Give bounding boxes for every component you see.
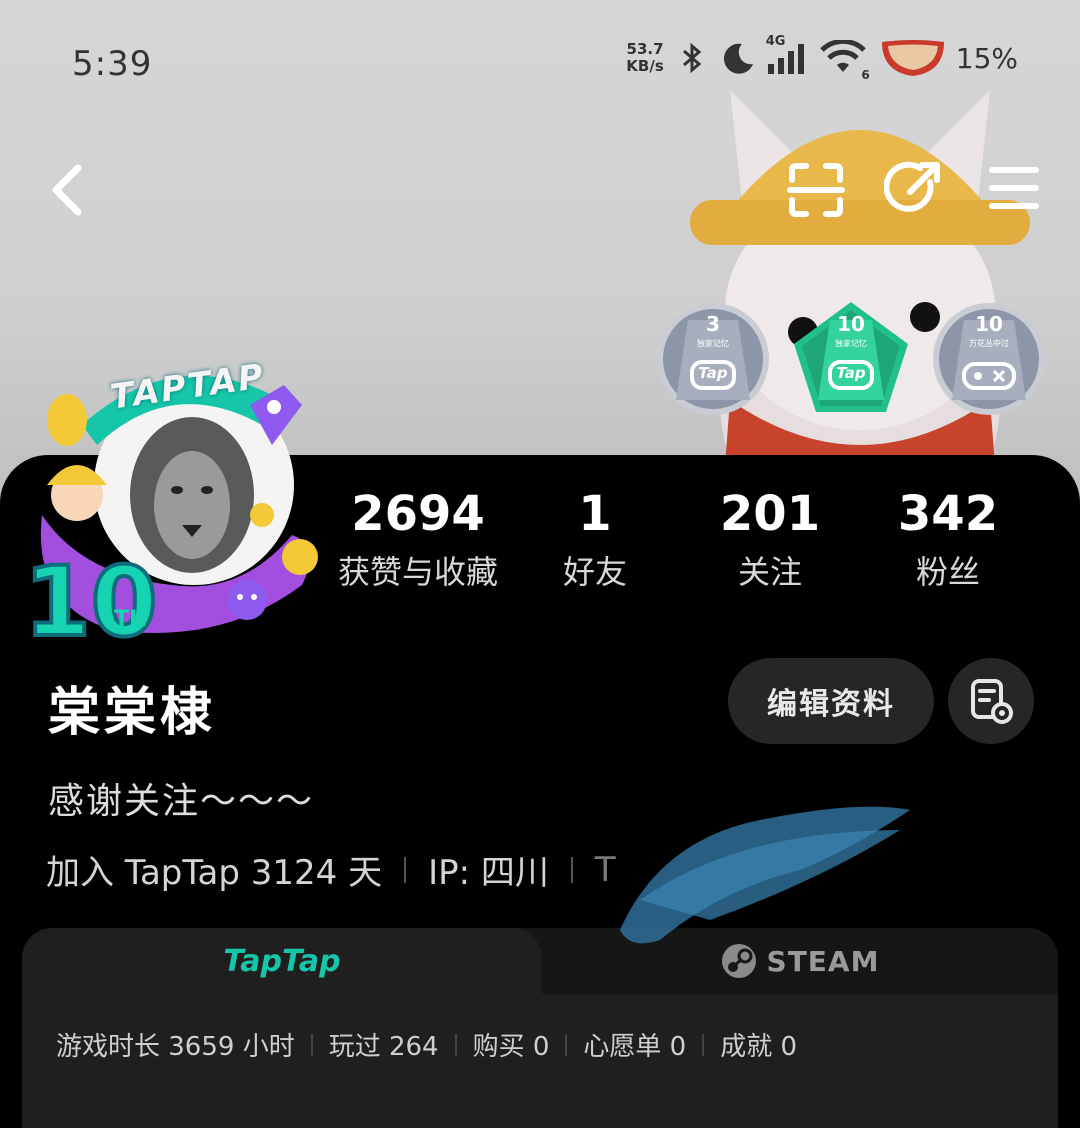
scan-icon <box>787 163 845 217</box>
badge-number: 10 <box>975 312 1003 336</box>
stat-friends[interactable]: 1 好友 <box>495 485 695 593</box>
back-button[interactable] <box>40 160 100 220</box>
menu-icon <box>989 167 1039 209</box>
badge-caption: 独家记忆 <box>835 339 867 348</box>
game-stats-row: 游戏时长 3659 小时 玩过 264 购买 0 心愿单 0 成就 0 <box>56 1026 797 1063</box>
cellular-signal: 4G <box>766 34 810 76</box>
battery-percent: 15% <box>955 41 1018 75</box>
divider <box>454 1033 457 1056</box>
profile-bio: 感谢关注～～～ <box>48 781 315 822</box>
stat-label: 粉丝 <box>915 553 980 591</box>
divider <box>702 1033 705 1056</box>
cover-cat-figure <box>690 90 1030 520</box>
status-icons: 53.7 KB/s 4G 6 15% <box>626 34 1018 82</box>
edit-profile-button[interactable]: 编辑资料 <box>728 658 934 744</box>
status-time: 5:39 <box>72 44 153 84</box>
stat-play-time[interactable]: 游戏时长 3659 小时 <box>56 1026 295 1063</box>
divider <box>565 1033 568 1056</box>
share-icon <box>883 161 940 212</box>
stat-value: 1 <box>578 486 612 542</box>
username: 棠棠棣 <box>48 683 217 743</box>
redaction-scribble <box>620 806 910 944</box>
badge-memory-3[interactable]: 3 独家记忆 Tap <box>654 300 772 418</box>
stat-followers[interactable]: 342 粉丝 <box>848 485 1048 593</box>
profile-meta: 加入 TapTap 3124 天 IP: 四川 T <box>46 845 616 894</box>
stat-label: 获赞与收藏 <box>337 553 498 591</box>
document-settings-icon <box>971 679 1013 724</box>
badge-memory-10[interactable]: 10 独家记忆 Tap <box>792 300 910 418</box>
divider <box>310 1033 313 1056</box>
divider <box>404 856 407 883</box>
badge-label: Tap <box>698 364 728 382</box>
wifi-icon <box>820 38 866 72</box>
stat-value: 2694 <box>351 486 485 542</box>
divider <box>570 856 573 883</box>
ip-location: IP: 四川 <box>428 853 549 893</box>
network-speed: 53.7 KB/s <box>626 41 663 75</box>
stat-likes[interactable]: 2694 获赞与收藏 <box>318 485 518 593</box>
battery-icon <box>881 40 944 76</box>
network-speed-value: 53.7 <box>626 40 664 58</box>
join-days: 加入 TapTap 3124 天 <box>46 853 383 893</box>
bluetooth-icon <box>682 42 702 74</box>
badge-caption: 万花丛中过 <box>969 339 1009 348</box>
moon-icon <box>723 43 753 74</box>
stat-purchased[interactable]: 购买 0 <box>473 1026 550 1063</box>
badge-flowers[interactable]: 10 万花丛中过 <box>930 300 1048 418</box>
stat-following[interactable]: 201 关注 <box>670 485 870 593</box>
stat-achievements[interactable]: 成就 0 <box>720 1026 797 1063</box>
stat-value: 201 <box>719 486 821 542</box>
stat-value: 342 <box>897 486 999 542</box>
stat-games-played[interactable]: 玩过 264 <box>329 1026 439 1063</box>
profile-settings-button[interactable] <box>948 658 1034 744</box>
share-button[interactable] <box>883 160 944 220</box>
badge-label: Tap <box>836 364 866 382</box>
stat-label: 关注 <box>737 553 802 591</box>
stat-label: 好友 <box>562 553 627 591</box>
network-speed-unit: KB/s <box>626 57 664 75</box>
avatar-anniversary-suffix: TH <box>114 607 148 632</box>
signal-bars-icon <box>767 44 804 74</box>
stat-wishlist[interactable]: 心愿单 0 <box>583 1026 686 1063</box>
badge-number: 10 <box>837 312 865 336</box>
scan-button[interactable] <box>786 160 846 220</box>
avatar[interactable]: 10 TAPTAP TH <box>22 345 332 660</box>
tab-taptap[interactable]: TapTap <box>22 928 542 994</box>
wifi-level: 6 <box>861 68 870 82</box>
badge-number: 3 <box>706 312 720 336</box>
badge-caption: 独家记忆 <box>697 339 729 348</box>
menu-button[interactable] <box>984 160 1044 220</box>
wifi: 6 <box>820 38 870 82</box>
back-arrow-icon <box>52 164 82 216</box>
